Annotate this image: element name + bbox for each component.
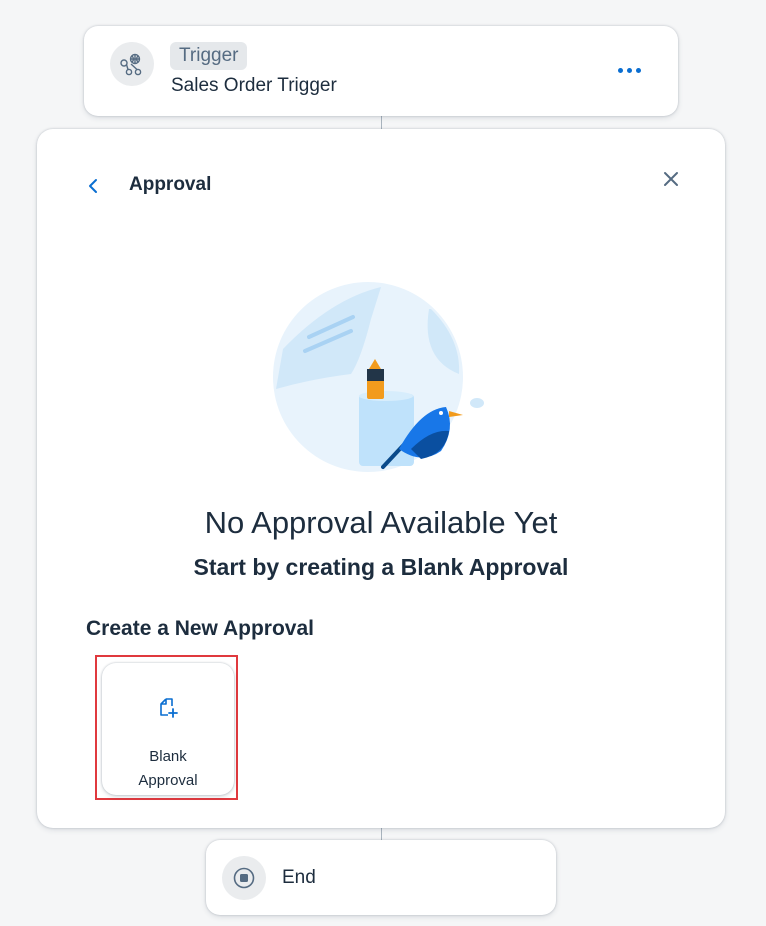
flow-connector-bottom [381, 828, 382, 840]
empty-state-subtitle: Start by creating a Blank Approval [193, 554, 569, 580]
back-button[interactable] [83, 173, 103, 199]
trigger-badge: Trigger [170, 42, 248, 70]
more-options-icon [617, 67, 623, 73]
tile-label-line1: Blank [149, 748, 187, 765]
trigger-node[interactable]: Trigger Sales Order Trigger [84, 26, 678, 116]
section-heading: Create a New Approval [86, 617, 314, 640]
chevron-left-icon [89, 179, 97, 193]
tile-label-line2: Approval [138, 772, 198, 789]
more-options-button[interactable] [614, 58, 644, 82]
panel-title: Approval [129, 174, 212, 195]
empty-state-illustration [273, 282, 484, 472]
empty-state-title: No Approval Available Yet [204, 505, 558, 540]
approval-panel: Approval No Approval Available Yet Start… [37, 129, 725, 828]
close-icon [664, 172, 678, 186]
workflow-network-icon [110, 42, 154, 86]
end-label: End [282, 867, 316, 888]
add-document-icon [160, 698, 178, 718]
stop-icon [222, 856, 266, 900]
end-node[interactable]: End [206, 840, 556, 915]
blank-approval-tile[interactable]: Blank Approval [102, 663, 234, 795]
trigger-name: Sales Order Trigger [171, 75, 337, 96]
tile-label: Blank Approval [102, 745, 234, 793]
flow-connector-top [381, 116, 382, 129]
close-button[interactable] [659, 167, 683, 191]
